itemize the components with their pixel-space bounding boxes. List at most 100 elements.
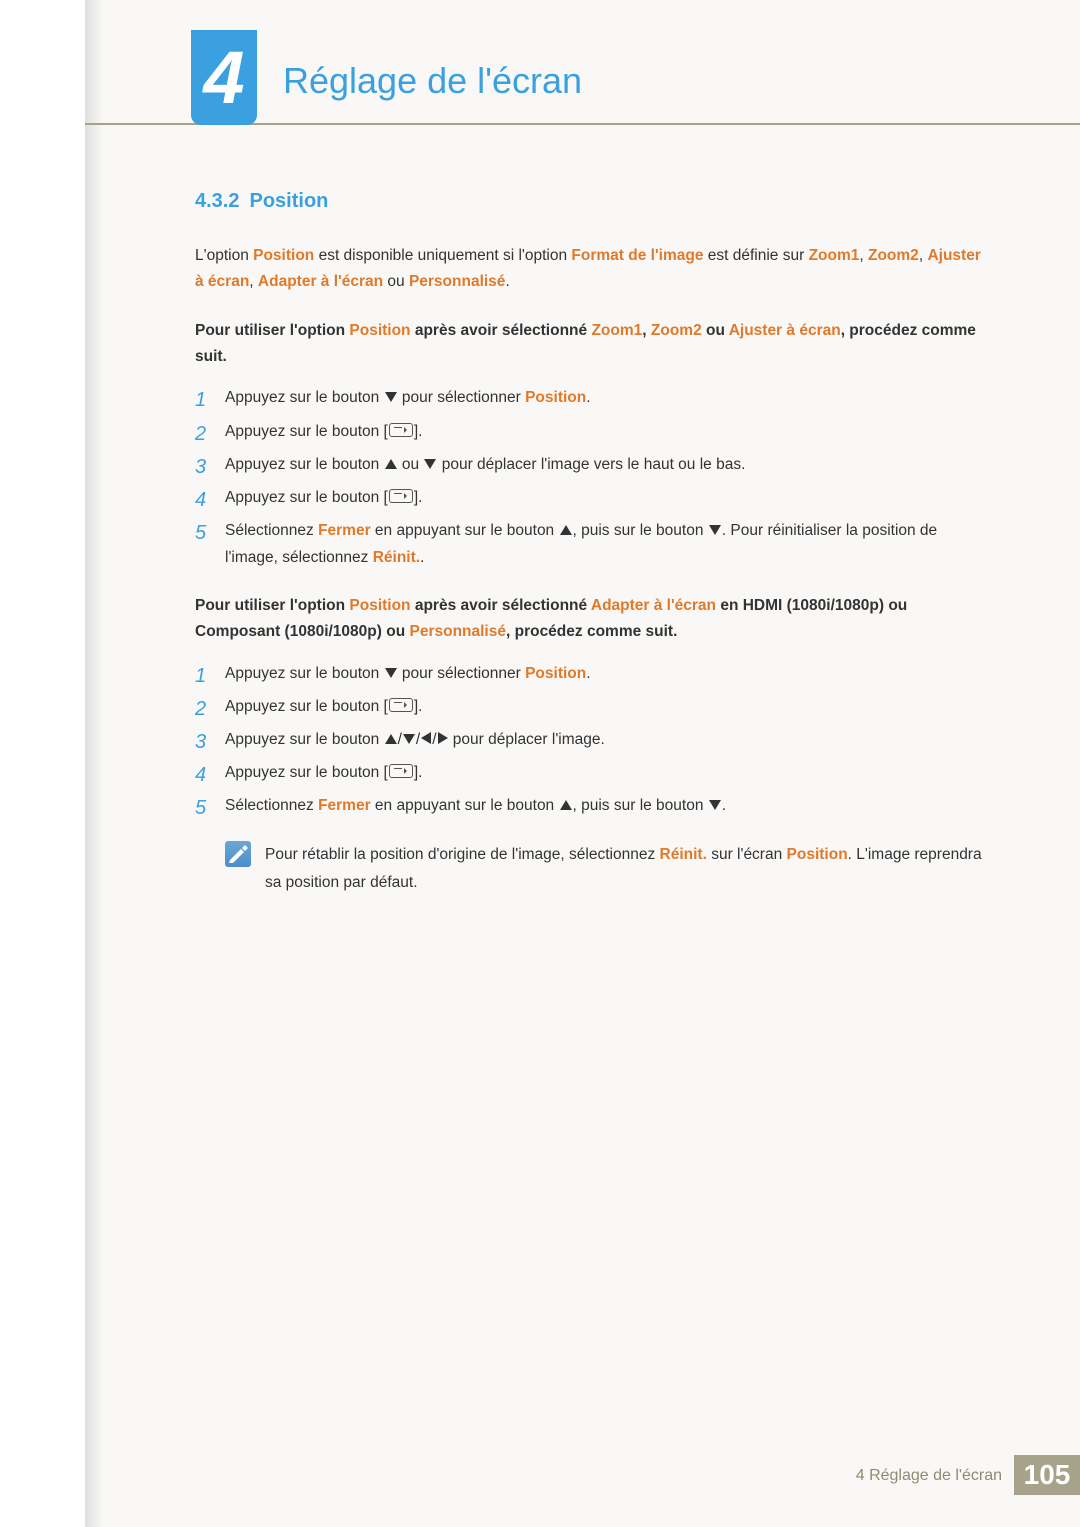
term-position: Position bbox=[253, 247, 314, 264]
step-2: 2 Appuyez sur le bouton []. bbox=[195, 693, 985, 720]
arrow-down-icon bbox=[403, 734, 415, 744]
term-position: Position bbox=[787, 846, 848, 863]
term-reinit: Réinit. bbox=[660, 846, 707, 863]
text: L'option bbox=[195, 247, 253, 264]
term-reinit: Réinit. bbox=[373, 549, 420, 566]
text: . bbox=[420, 549, 424, 566]
text: pour déplacer l'image vers le haut ou le… bbox=[437, 456, 745, 473]
step-number: 4 bbox=[195, 483, 217, 518]
arrow-down-icon bbox=[424, 459, 436, 469]
text: en appuyant sur le bouton bbox=[371, 797, 559, 814]
text: , bbox=[859, 247, 868, 264]
step-5: 5 Sélectionnez Fermer en appuyant sur le… bbox=[195, 792, 985, 819]
text: , bbox=[249, 273, 258, 290]
arrow-up-icon bbox=[560, 525, 572, 535]
term-zoom2: Zoom2 bbox=[651, 322, 702, 339]
text: pour déplacer l'image. bbox=[449, 731, 605, 748]
step-number: 2 bbox=[195, 417, 217, 452]
note-text: Pour rétablir la position d'origine de l… bbox=[265, 841, 985, 895]
text: Appuyez sur le bouton bbox=[225, 389, 384, 406]
text: Appuyez sur le bouton [ bbox=[225, 698, 388, 715]
term-adapter: Adapter à l'écran bbox=[591, 597, 716, 614]
footer-chapter-title: 4 Réglage de l'écran bbox=[856, 1467, 1002, 1485]
arrow-right-icon bbox=[438, 732, 448, 744]
arrow-down-icon bbox=[385, 668, 397, 678]
term-fermer: Fermer bbox=[318, 797, 371, 814]
text: , puis sur le bouton bbox=[573, 797, 708, 814]
chapter-number-badge: 4 bbox=[191, 30, 257, 125]
step-number: 5 bbox=[195, 516, 217, 551]
step-2: 2 Appuyez sur le bouton []. bbox=[195, 418, 985, 445]
text: ou bbox=[383, 273, 409, 290]
text: Pour utiliser l'option bbox=[195, 322, 349, 339]
enter-button-icon bbox=[389, 698, 413, 712]
term-personnalise: Personnalisé bbox=[409, 623, 506, 640]
text: ou bbox=[702, 322, 729, 339]
step-1: 1 Appuyez sur le bouton pour sélectionne… bbox=[195, 660, 985, 687]
section-title: Position bbox=[249, 190, 328, 212]
intro-paragraph: L'option Position est disponible uniquem… bbox=[195, 243, 985, 296]
text: Appuyez sur le bouton [ bbox=[225, 489, 388, 506]
footer-page-number: 105 bbox=[1014, 1455, 1080, 1495]
text: , puis sur le bouton bbox=[573, 522, 708, 539]
page-footer: 4 Réglage de l'écran 105 bbox=[85, 1455, 1080, 1495]
text: Sélectionnez bbox=[225, 797, 318, 814]
term-zoom2: Zoom2 bbox=[868, 247, 919, 264]
note-block: Pour rétablir la position d'origine de l… bbox=[225, 841, 985, 895]
text: après avoir sélectionné bbox=[411, 322, 592, 339]
text: , procédez comme suit. bbox=[506, 623, 677, 640]
step-3: 3 Appuyez sur le bouton /// pour déplace… bbox=[195, 726, 985, 753]
text: Appuyez sur le bouton bbox=[225, 731, 384, 748]
section-heading: 4.3.2 Position bbox=[195, 190, 985, 213]
text: Appuyez sur le bouton bbox=[225, 456, 384, 473]
step-5: 5 Sélectionnez Fermer en appuyant sur le… bbox=[195, 517, 985, 571]
procedure-lead-1: Pour utiliser l'option Position après av… bbox=[195, 318, 985, 371]
text: ]. bbox=[414, 489, 423, 506]
step-number: 2 bbox=[195, 692, 217, 727]
text: ]. bbox=[414, 764, 423, 781]
page-content: 4.3.2Position L'option Position est disp… bbox=[195, 190, 985, 896]
page-header: 4 Réglage de l'écran bbox=[85, 30, 1080, 125]
text: , bbox=[642, 322, 651, 339]
enter-button-icon bbox=[389, 423, 413, 437]
text: après avoir sélectionné bbox=[411, 597, 591, 614]
procedure-lead-2: Pour utiliser l'option Position après av… bbox=[195, 593, 985, 646]
arrow-up-icon bbox=[560, 800, 572, 810]
text: . bbox=[505, 273, 509, 290]
chapter-title: Réglage de l'écran bbox=[283, 60, 582, 102]
text: Pour rétablir la position d'origine de l… bbox=[265, 846, 660, 863]
arrow-up-icon bbox=[385, 734, 397, 744]
arrow-down-icon bbox=[709, 800, 721, 810]
text: . bbox=[722, 797, 726, 814]
text: . bbox=[586, 665, 590, 682]
section-number: 4.3.2 bbox=[195, 190, 239, 212]
step-number: 4 bbox=[195, 758, 217, 793]
enter-button-icon bbox=[389, 489, 413, 503]
step-number: 3 bbox=[195, 725, 217, 760]
procedure-steps-2: 1 Appuyez sur le bouton pour sélectionne… bbox=[195, 660, 985, 820]
term-ajuster: Ajuster à écran bbox=[729, 322, 841, 339]
step-number: 1 bbox=[195, 383, 217, 418]
text: ou bbox=[398, 456, 424, 473]
text: est disponible uniquement si l'option bbox=[314, 247, 571, 264]
text: Appuyez sur le bouton [ bbox=[225, 423, 388, 440]
term-position: Position bbox=[349, 597, 410, 614]
procedure-steps-1: 1 Appuyez sur le bouton pour sélectionne… bbox=[195, 384, 985, 571]
term-fermer: Fermer bbox=[318, 522, 371, 539]
term-format-image: Format de l'image bbox=[571, 247, 703, 264]
text: pour sélectionner bbox=[398, 389, 526, 406]
step-3: 3 Appuyez sur le bouton ou pour déplacer… bbox=[195, 451, 985, 478]
text: est définie sur bbox=[703, 247, 808, 264]
enter-button-icon bbox=[389, 764, 413, 778]
text: pour sélectionner bbox=[398, 665, 526, 682]
arrow-down-icon bbox=[709, 525, 721, 535]
arrow-up-icon bbox=[385, 459, 397, 469]
text: Appuyez sur le bouton bbox=[225, 665, 384, 682]
step-4: 4 Appuyez sur le bouton []. bbox=[195, 759, 985, 786]
text: Appuyez sur le bouton [ bbox=[225, 764, 388, 781]
term-personnalise: Personnalisé bbox=[409, 273, 506, 290]
text: ]. bbox=[414, 698, 423, 715]
text: ]. bbox=[414, 423, 423, 440]
arrow-down-icon bbox=[385, 392, 397, 402]
text: . bbox=[586, 389, 590, 406]
